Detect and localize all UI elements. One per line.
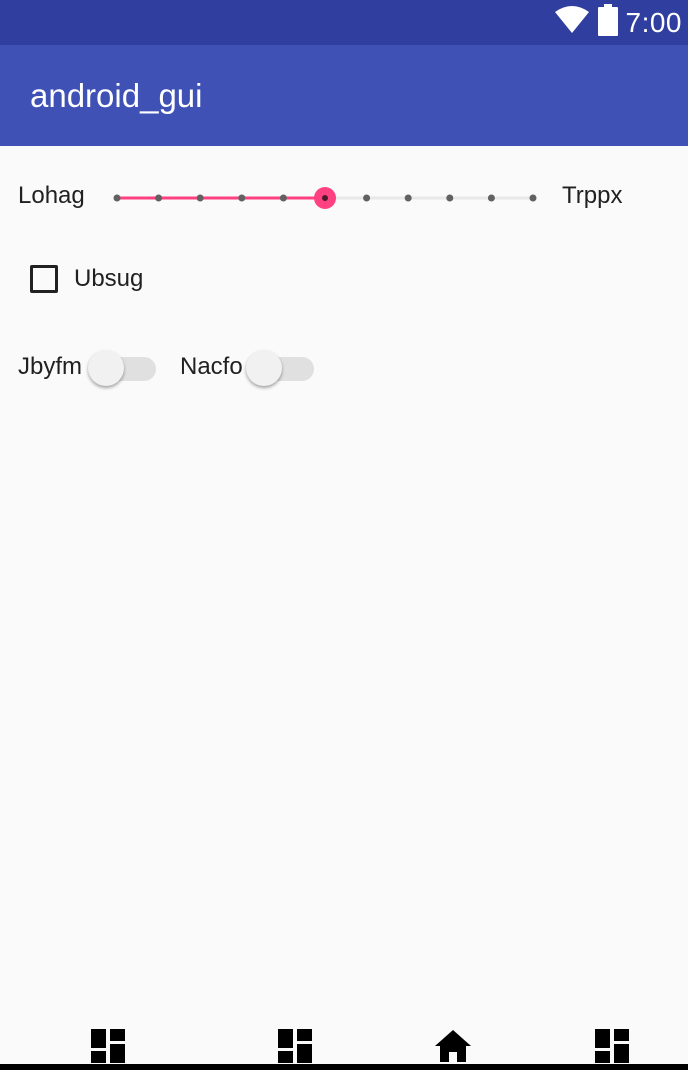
dashboard-icon: [595, 1029, 629, 1063]
seekbar-tick: [113, 194, 121, 202]
nav-item-dashboard-1[interactable]: [88, 1026, 128, 1066]
seekbar-tick: [155, 194, 163, 202]
status-time: 7:00: [625, 6, 682, 38]
switch-label-jbyfm: Jbyfm: [18, 353, 83, 380]
status-bar: 7:00: [0, 0, 688, 45]
checkbox-box[interactable]: [30, 265, 58, 293]
switch-label-nacfo: Nacfo: [180, 353, 243, 380]
seekbar-end-label: Trppx: [562, 182, 623, 209]
seekbar-tick: [363, 194, 371, 202]
switch-row: Jbyfm Nacfo: [0, 345, 688, 391]
seekbar-tick: [238, 194, 246, 202]
status-icons: 7:00: [554, 0, 683, 45]
switch-thumb[interactable]: [246, 350, 282, 386]
seekbar-thumb-center: [322, 195, 328, 201]
switch-thumb[interactable]: [88, 350, 124, 386]
nav-bar-edge: [0, 1064, 688, 1070]
app-bar: android_gui: [0, 45, 688, 146]
bottom-nav: [0, 1020, 688, 1070]
seekbar-tick: [279, 194, 287, 202]
checkbox-ubsug[interactable]: Ubsug: [30, 258, 143, 300]
wifi-icon: [554, 6, 590, 39]
nav-item-home[interactable]: [433, 1026, 473, 1066]
seekbar-tick: [529, 194, 537, 202]
switch-nacfo[interactable]: [246, 345, 316, 391]
checkbox-label: Ubsug: [74, 265, 144, 292]
dashboard-icon: [91, 1029, 125, 1063]
seekbar-tick: [196, 194, 204, 202]
battery-icon: [597, 4, 618, 41]
nav-item-dashboard-2[interactable]: [275, 1026, 315, 1066]
seekbar-tick: [404, 194, 412, 202]
seekbar[interactable]: [105, 170, 545, 226]
seekbar-start-label: Lohag: [18, 182, 85, 209]
seekbar-tick: [446, 194, 454, 202]
nav-item-dashboard-3[interactable]: [592, 1026, 632, 1066]
dashboard-icon: [278, 1029, 312, 1063]
seekbar-tick: [487, 194, 495, 202]
seekbar-row: Lohag Trppx: [0, 170, 688, 226]
home-icon: [435, 1030, 471, 1062]
app-title: android_gui: [30, 77, 203, 114]
switch-jbyfm[interactable]: [88, 345, 158, 391]
